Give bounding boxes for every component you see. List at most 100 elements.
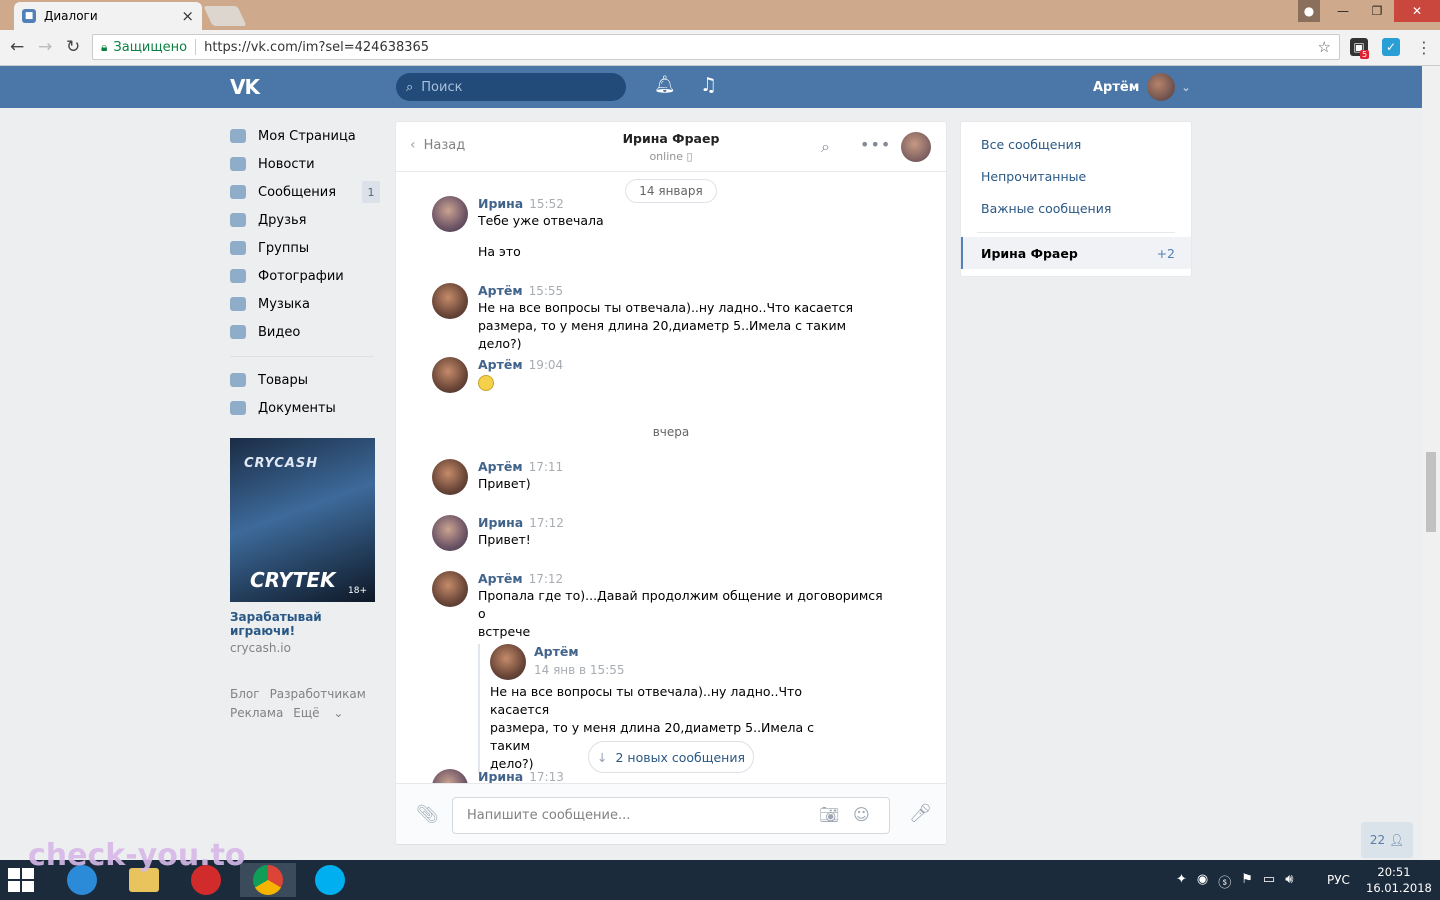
- browser-tab[interactable]: ■ Диалоги ×: [14, 2, 202, 30]
- mobile-phone-icon: ▯: [686, 150, 693, 163]
- avatar[interactable]: [432, 571, 468, 607]
- online-count: 22: [1369, 833, 1386, 847]
- music-note-icon[interactable]: ♫: [700, 74, 717, 96]
- message-item: Ирина 17:12 Привет!: [432, 515, 892, 551]
- taskbar-skype-icon[interactable]: [302, 863, 358, 897]
- emoji-smile-icon[interactable]: ☺: [853, 805, 870, 824]
- message-item: Ирина 17:13: [432, 769, 892, 783]
- message-author[interactable]: Артём: [478, 571, 523, 586]
- goods-icon: [230, 373, 246, 387]
- sidebar-item-label: Видео: [258, 324, 301, 340]
- page-scrollbar[interactable]: [1422, 66, 1440, 860]
- attach-paperclip-icon[interactable]: 📎︎: [416, 804, 439, 825]
- input-language[interactable]: РУС: [1327, 873, 1350, 887]
- tray-skype-icon[interactable]: ⓢ: [1218, 872, 1231, 891]
- ad-banner-image[interactable]: CRYCASH CRYTEK 18+: [230, 438, 375, 602]
- message-body: Артём 19:04: [478, 357, 892, 395]
- forwarded-line: Не на все вопросы ты отвечала)..ну ладно…: [490, 684, 802, 717]
- taskbar-chrome-icon[interactable]: [240, 863, 296, 897]
- microphone-icon[interactable]: 🎤︎: [909, 803, 932, 824]
- more-actions-icon[interactable]: •••: [860, 135, 891, 154]
- tray-volume-icon[interactable]: 🔊︎: [1285, 872, 1293, 891]
- header-user-menu[interactable]: Артём ⌄: [1093, 73, 1191, 101]
- tab-close-icon[interactable]: ×: [181, 7, 194, 25]
- address-bar[interactable]: 🔒︎ Защищено https://vk.com/im?sel=424638…: [92, 34, 1340, 60]
- sidebar-item-photos[interactable]: Фотографии: [230, 262, 380, 290]
- avatar[interactable]: [432, 459, 468, 495]
- message-text: Пропала где то)...Давай продолжим общени…: [478, 588, 883, 621]
- message-item: Артём 17:11 Привет): [432, 459, 892, 495]
- back-arrow-icon[interactable]: ←: [10, 37, 24, 57]
- browser-menu-icon[interactable]: ⋮: [1416, 38, 1432, 57]
- footer-link-ads[interactable]: Реклама: [230, 706, 283, 720]
- message-author[interactable]: Артём: [478, 357, 523, 372]
- camera-icon[interactable]: 📷︎: [819, 805, 839, 824]
- shield-extension-icon[interactable]: ✓: [1382, 38, 1400, 56]
- search-input[interactable]: ⌕ Поиск: [396, 73, 626, 101]
- message-author[interactable]: Ирина: [478, 769, 523, 783]
- messages-icon: [230, 185, 246, 199]
- message-history[interactable]: 14 января Ирина 15:52 Тебе уже отвечала Н…: [396, 173, 946, 783]
- panel-divider: [977, 232, 1175, 233]
- message-meta: Артём 17:11: [478, 459, 892, 475]
- sidebar-item-news[interactable]: Новости: [230, 150, 380, 178]
- message-input[interactable]: Напишите сообщение... 📷︎ ☺: [452, 797, 890, 834]
- message-input-placeholder: Напишите сообщение...: [467, 808, 631, 823]
- ad-age-rating: 18+: [348, 586, 367, 596]
- message-time: 17:12: [529, 516, 564, 530]
- peer-avatar[interactable]: [901, 132, 931, 162]
- message-author[interactable]: Ирина: [478, 196, 523, 211]
- footer-link-more[interactable]: Ещё ⌄: [293, 706, 343, 720]
- active-dialog-item[interactable]: Ирина Фраер +2: [961, 237, 1191, 269]
- sidebar-item-documents[interactable]: Документы: [230, 394, 380, 422]
- tab-title: Диалоги: [44, 9, 98, 23]
- notifications-bell-icon[interactable]: 🔔︎: [654, 75, 676, 95]
- chat-search-icon[interactable]: ⌕: [821, 137, 830, 157]
- message-author[interactable]: Артём: [478, 459, 523, 474]
- browser-tab-bar: ■ Диалоги × ● — ❐ ✕: [0, 0, 1440, 30]
- footer-link-blog[interactable]: Блог: [230, 687, 260, 701]
- avatar[interactable]: [432, 769, 468, 783]
- forwarded-avatar[interactable]: [490, 644, 526, 680]
- tray-network-icon[interactable]: ▭: [1263, 872, 1275, 891]
- tray-app-icon[interactable]: ✦: [1176, 872, 1187, 891]
- avatar[interactable]: [432, 196, 468, 232]
- ad-domain: crycash.io: [230, 641, 291, 655]
- filter-all-messages[interactable]: Все сообщения: [981, 137, 1081, 152]
- sidebar-item-music[interactable]: Музыка: [230, 290, 380, 318]
- scrollbar-thumb[interactable]: [1426, 452, 1436, 532]
- sidebar-item-my-page[interactable]: Моя Страница: [230, 122, 380, 150]
- restore-button[interactable]: ❐: [1360, 0, 1394, 22]
- tray-flag-icon[interactable]: ⚑: [1241, 872, 1253, 891]
- sidebar-item-video[interactable]: Видео: [230, 318, 380, 346]
- new-tab-button[interactable]: [203, 6, 247, 26]
- taskbar-clock[interactable]: 20:51 16.01.2018: [1366, 864, 1432, 896]
- avatar[interactable]: [432, 283, 468, 319]
- minimize-button[interactable]: —: [1326, 0, 1360, 22]
- message-text: Привет!: [478, 532, 531, 547]
- avatar[interactable]: [432, 515, 468, 551]
- profile-icon[interactable]: ●: [1298, 0, 1320, 22]
- vk-logo[interactable]: VK: [230, 75, 260, 99]
- message-author[interactable]: Ирина: [478, 515, 523, 530]
- filter-unread[interactable]: Непрочитанные: [981, 169, 1086, 184]
- sidebar-item-friends[interactable]: Друзья: [230, 206, 380, 234]
- forwarded-author[interactable]: Артём: [534, 644, 858, 659]
- reload-icon[interactable]: ↻: [66, 37, 80, 57]
- sidebar-item-messages[interactable]: Сообщения 1: [230, 178, 380, 206]
- online-friends-button[interactable]: 22 👤︎: [1361, 822, 1413, 858]
- message-item: Ирина 15:52 Тебе уже отвечала На это: [432, 196, 892, 261]
- message-author[interactable]: Артём: [478, 283, 523, 298]
- bookmark-star-icon[interactable]: ☆: [1318, 38, 1331, 56]
- sidebar-item-goods[interactable]: Товары: [230, 366, 380, 394]
- header-user-name: Артём: [1093, 79, 1140, 95]
- forward-arrow-icon[interactable]: →: [38, 37, 52, 57]
- filter-important[interactable]: Важные сообщения: [981, 201, 1111, 216]
- close-window-button[interactable]: ✕: [1394, 0, 1440, 22]
- ad-title[interactable]: Зарабатывай играючи!: [230, 610, 380, 638]
- avatar[interactable]: [432, 357, 468, 393]
- tray-shield-icon[interactable]: ◉: [1197, 872, 1208, 891]
- footer-link-developers[interactable]: Разработчикам: [270, 687, 366, 701]
- sidebar-item-groups[interactable]: Группы: [230, 234, 380, 262]
- header-avatar: [1147, 73, 1176, 101]
